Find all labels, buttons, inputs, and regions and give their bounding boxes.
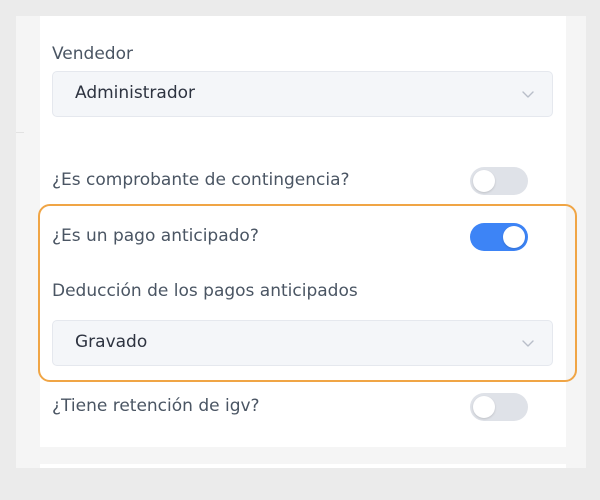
contingency-label: ¿Es comprobante de contingencia?: [52, 170, 350, 190]
chevron-down-icon: [522, 91, 534, 98]
toggle-knob: [503, 226, 525, 248]
form-card: Vendedor Administrador ¿Es comprobante d…: [40, 16, 566, 447]
advance-payment-label: ¿Es un pago anticipado?: [52, 226, 259, 246]
toggle-knob: [473, 396, 495, 418]
deduction-select[interactable]: Gravado: [52, 320, 553, 366]
seller-select-value: Administrador: [75, 83, 196, 103]
toggle-knob: [473, 170, 495, 192]
divider: [16, 132, 24, 133]
deduction-label: Deducción de los pagos anticipados: [52, 281, 358, 301]
chevron-down-icon: [522, 340, 534, 347]
next-card-edge: [40, 464, 566, 468]
form-panel: Vendedor Administrador ¿Es comprobante d…: [16, 16, 586, 468]
igv-retention-label: ¿Tiene retención de igv?: [52, 396, 260, 416]
advance-payment-toggle[interactable]: [470, 223, 528, 251]
deduction-select-value: Gravado: [75, 332, 148, 352]
seller-select[interactable]: Administrador: [52, 71, 553, 117]
contingency-toggle[interactable]: [470, 167, 528, 195]
igv-retention-toggle[interactable]: [470, 393, 528, 421]
seller-label: Vendedor: [52, 44, 133, 64]
